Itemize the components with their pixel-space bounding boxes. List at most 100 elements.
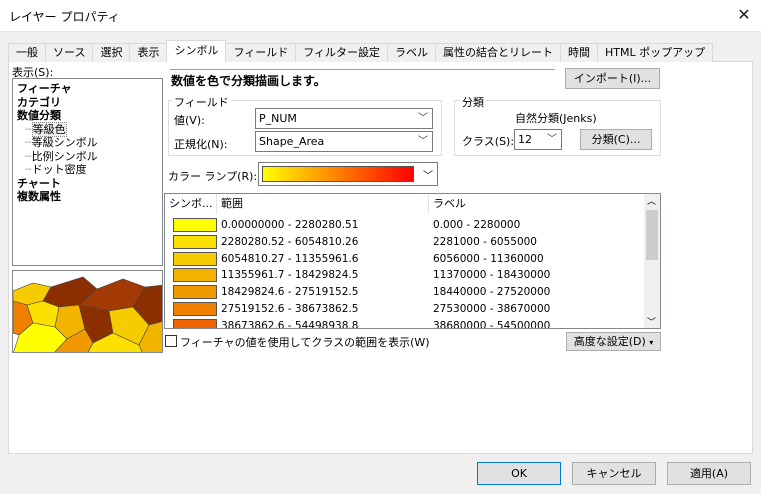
close-icon[interactable]: ✕ bbox=[733, 4, 755, 26]
chevron-down-icon: ﹀ bbox=[418, 136, 428, 147]
range-cell: 0.00000000 - 2280280.51 bbox=[221, 219, 359, 231]
tree-item-label: 等級色 bbox=[31, 121, 67, 137]
tab-3[interactable]: 表示 bbox=[129, 43, 168, 62]
tree-item-label: チャート bbox=[17, 176, 61, 190]
tree-item[interactable]: 数値分類 bbox=[17, 109, 61, 122]
symbol-swatch[interactable] bbox=[173, 285, 217, 300]
chevron-down-icon: ﹀ bbox=[547, 134, 557, 145]
tab-5[interactable]: フィールド bbox=[225, 43, 297, 62]
label-cell[interactable]: 11370000 - 18430000 bbox=[433, 268, 550, 282]
tree-item-label: カテゴリ bbox=[17, 95, 61, 109]
table-row[interactable]: 38673862.6 - 54498938.8 38680000 - 545000… bbox=[165, 318, 645, 328]
label-cell[interactable]: 6056000 - 11360000 bbox=[433, 252, 544, 266]
tab-8[interactable]: 属性の結合とリレート bbox=[435, 43, 562, 62]
classes-label: クラス(S): bbox=[462, 135, 515, 148]
tree-item[interactable]: チャート bbox=[17, 177, 61, 190]
scroll-up-icon[interactable]: ︿ bbox=[647, 194, 656, 207]
tab-6[interactable]: フィルター設定 bbox=[295, 43, 389, 62]
normalize-label: 正規化(N): bbox=[174, 138, 228, 151]
chevron-down-icon: ﹀ bbox=[418, 113, 428, 124]
table-row[interactable]: 0.00000000 - 2280280.51 0.000 - 2280000 bbox=[165, 217, 645, 233]
tree-item-label: 等級シンボル bbox=[31, 136, 98, 149]
tree-item[interactable]: 複数属性 bbox=[17, 190, 61, 203]
scrollbar-thumb[interactable] bbox=[646, 210, 658, 260]
title-bar: レイヤー プロパティ ✕ bbox=[0, 0, 761, 32]
range-cell: 2280280.52 - 6054810.26 bbox=[221, 235, 359, 248]
cancel-button[interactable]: キャンセル bbox=[572, 462, 656, 485]
window-title: レイヤー プロパティ bbox=[9, 10, 120, 24]
tab-7[interactable]: ラベル bbox=[387, 43, 437, 62]
tree-item[interactable]: ┄比例シンボル bbox=[25, 150, 98, 163]
column-header-range[interactable]: 範囲 bbox=[217, 194, 429, 214]
normalize-field-value: Shape_Area bbox=[259, 135, 325, 148]
tab-9[interactable]: 時間 bbox=[560, 43, 599, 62]
renderer-tree[interactable]: フィーチャ カテゴリ 数値分類 ┄等級色 ┄等級シンボル ┄比例シンボル ┄ドット密度 チャー… bbox=[12, 78, 163, 266]
tab-bar: 一般 ソース 選択 表示 シンボル フィールド フィルター設定 ラベル 属性の結合とリレート 時間… bbox=[8, 40, 714, 62]
import-button[interactable]: インポート(I)... bbox=[565, 68, 660, 89]
tree-item[interactable]: ┄等級シンボル bbox=[25, 136, 98, 149]
scroll-down-icon[interactable]: ﹀ bbox=[647, 315, 656, 328]
color-ramp-label: カラー ランプ(R): bbox=[168, 170, 258, 183]
table-row[interactable]: 27519152.6 - 38673862.5 27530000 - 386700… bbox=[165, 301, 645, 317]
color-ramp-dropdown[interactable]: ﹀ bbox=[258, 162, 438, 186]
tree-connector-icon: ┄ bbox=[25, 149, 32, 163]
tree-connector-icon: ┄ bbox=[25, 136, 32, 149]
column-header-label[interactable]: ラベル bbox=[429, 194, 644, 214]
value-field-value: P_NUM bbox=[259, 112, 297, 125]
tree-item-label: ドット密度 bbox=[31, 163, 87, 176]
classification-group-title: 分類 bbox=[460, 94, 486, 110]
advanced-settings-button[interactable]: 高度な設定(D) ▾ bbox=[566, 332, 661, 351]
normalize-field-dropdown[interactable]: Shape_Area ﹀ bbox=[255, 131, 433, 152]
tab-10[interactable]: HTML ポップアップ bbox=[597, 43, 714, 62]
table-row[interactable]: 18429824.6 - 27519152.5 18440000 - 275200… bbox=[165, 284, 645, 300]
tree-connector-icon: ┄ bbox=[25, 163, 32, 176]
label-cell[interactable]: 18440000 - 27520000 bbox=[433, 285, 550, 299]
map-preview-image bbox=[13, 271, 162, 352]
tree-item[interactable]: カテゴリ bbox=[17, 96, 61, 109]
range-cell: 11355961.7 - 18429824.5 bbox=[221, 269, 359, 282]
tab-2[interactable]: 選択 bbox=[92, 43, 131, 62]
label-cell[interactable]: 0.000 - 2280000 bbox=[433, 218, 520, 232]
label-cell[interactable]: 27530000 - 38670000 bbox=[433, 302, 550, 316]
chevron-down-icon: ﹀ bbox=[423, 171, 433, 182]
classify-button[interactable]: 分類(C)... bbox=[580, 129, 652, 150]
fields-group-title: フィールド bbox=[172, 94, 231, 110]
table-row[interactable]: 11355961.7 - 18429824.5 11370000 - 184300… bbox=[165, 267, 645, 283]
color-ramp-swatch bbox=[262, 166, 414, 182]
classification-method: 自然分類(Jenks) bbox=[515, 112, 597, 125]
column-header-symbol[interactable]: シンボ... bbox=[165, 194, 217, 214]
tab-4[interactable]: シンボル bbox=[166, 40, 227, 62]
symbol-swatch[interactable] bbox=[173, 218, 217, 232]
label-cell[interactable]: 38680000 - 54500000 bbox=[433, 319, 550, 328]
tree-item[interactable]: フィーチャ bbox=[17, 82, 72, 95]
symbol-swatch[interactable] bbox=[173, 318, 217, 328]
table-row[interactable]: 6054810.27 - 11355961.6 6056000 - 1136000… bbox=[165, 251, 645, 267]
tree-item-label: 数値分類 bbox=[17, 109, 61, 122]
tree-item-label: フィーチャ bbox=[17, 82, 72, 95]
symbol-swatch[interactable] bbox=[173, 251, 217, 266]
value-field-dropdown[interactable]: P_NUM ﹀ bbox=[255, 108, 433, 129]
class-list[interactable]: シンボ... 範囲 ラベル 0.00000000 - 2280280.51 0.0… bbox=[164, 193, 661, 329]
show-feature-values-checkbox[interactable] bbox=[165, 335, 177, 347]
label-cell[interactable]: 2281000 - 6055000 bbox=[433, 235, 537, 249]
range-cell: 18429824.6 - 27519152.5 bbox=[221, 286, 359, 299]
renderer-heading: 数値を色で分類描画します。 bbox=[171, 74, 326, 88]
symbol-swatch[interactable] bbox=[173, 234, 217, 249]
show-feature-values-label: フィーチャの値を使用してクラスの範囲を表示(W) bbox=[180, 336, 430, 349]
table-row[interactable]: 2280280.52 - 6054810.26 2281000 - 6055000 bbox=[165, 234, 645, 250]
ok-button[interactable]: OK bbox=[477, 462, 561, 485]
tree-connector-icon: ┄ bbox=[25, 122, 32, 136]
symbol-swatch[interactable] bbox=[173, 268, 217, 283]
value-label: 値(V): bbox=[174, 114, 205, 127]
tab-1[interactable]: ソース bbox=[45, 43, 94, 62]
caret-down-icon: ▾ bbox=[649, 338, 654, 347]
range-cell: 6054810.27 - 11355961.6 bbox=[221, 252, 359, 265]
apply-button[interactable]: 適用(A) bbox=[667, 462, 751, 485]
classes-dropdown[interactable]: 12 ﹀ bbox=[514, 129, 562, 150]
advanced-settings-label: 高度な設定(D) bbox=[573, 335, 646, 348]
tree-item-label: 複数属性 bbox=[17, 190, 61, 203]
tree-item[interactable]: ┄ドット密度 bbox=[25, 163, 87, 176]
tree-item[interactable]: ┄等級色 bbox=[25, 121, 67, 137]
symbol-swatch[interactable] bbox=[173, 302, 217, 316]
tab-0[interactable]: 一般 bbox=[8, 43, 46, 62]
